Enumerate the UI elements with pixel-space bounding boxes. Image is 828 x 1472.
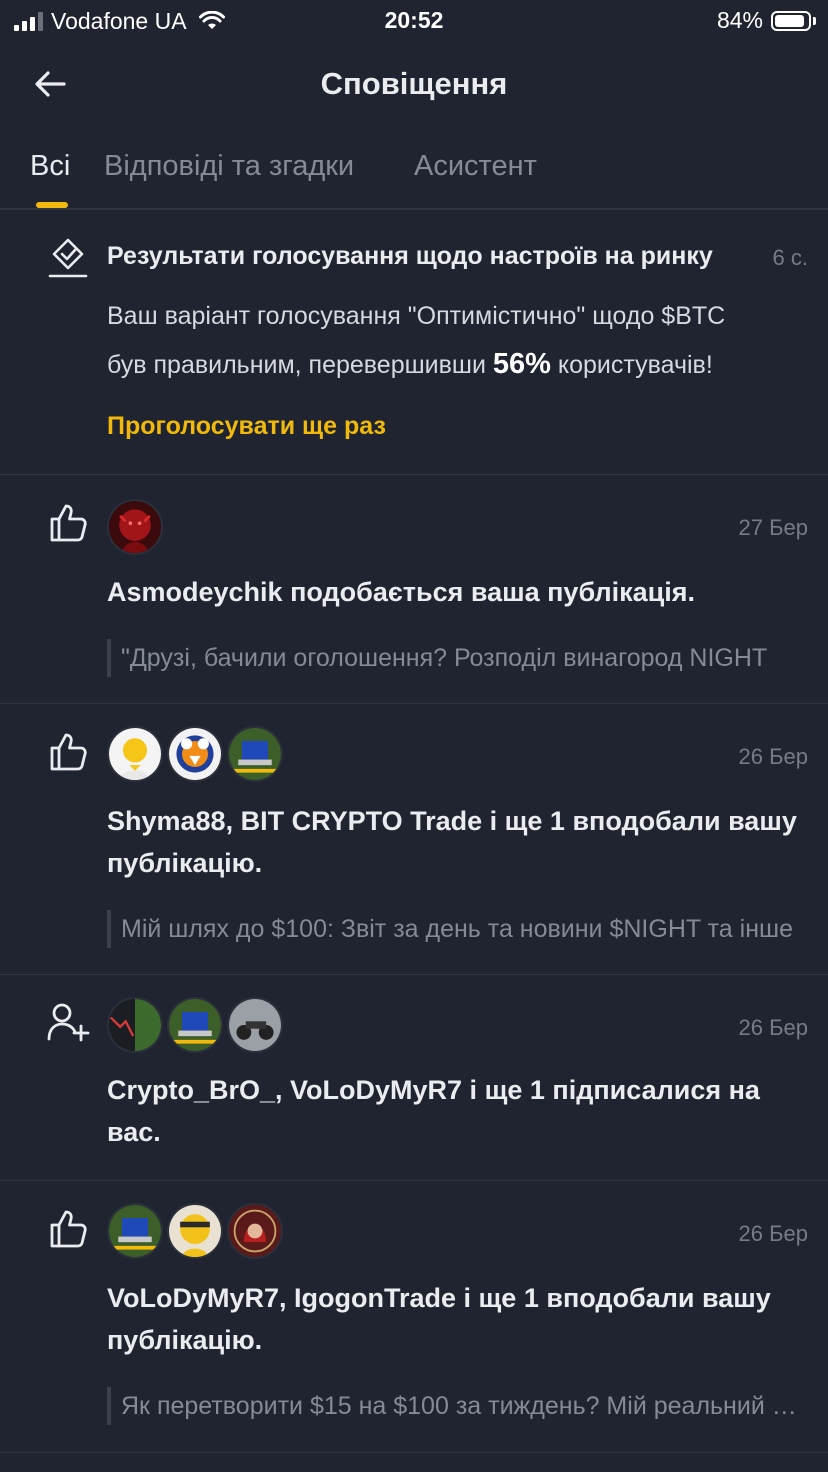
- body-line-2-start: був правильним, перевершивши: [107, 351, 486, 379]
- avatar[interactable]: [167, 726, 223, 782]
- thumbs-up-icon: [50, 1210, 87, 1248]
- post-quote[interactable]: "Друзі, бачили оголошення? Розподіл вина…: [107, 639, 804, 677]
- add-user-icon: [47, 1003, 90, 1042]
- active-tab-indicator: [36, 202, 68, 208]
- avatar-group: [107, 997, 283, 1053]
- thumbs-up-icon: [50, 733, 87, 771]
- body-line-1: Ваш варіант голосування "Оптимістично" щ…: [107, 302, 726, 330]
- post-quote[interactable]: Як перетворити $15 на $100 за тиждень? М…: [107, 1387, 804, 1425]
- notification-headline: Crypto_BrO_, VoLoDyMyR7 і ще 1 підписали…: [107, 1075, 760, 1147]
- notification-headline: Shyma88, BIT CRYPTO Trade і ще 1 вподоба…: [107, 806, 797, 878]
- notification-time: 26 Бер: [738, 744, 809, 769]
- avatar-group: [107, 1203, 283, 1259]
- percentage-value: 56%: [492, 348, 551, 380]
- tab-bar: Всі Відповіді та згадки Асистент: [0, 140, 828, 210]
- avatar-group: [107, 726, 283, 782]
- notification-time: 6 с.: [772, 245, 808, 270]
- avatar[interactable]: [107, 499, 163, 555]
- header: Сповіщення: [0, 48, 828, 122]
- notification-time: 26 Бер: [738, 1221, 809, 1246]
- battery-cap: [813, 16, 816, 25]
- avatar[interactable]: [167, 1203, 223, 1259]
- avatar[interactable]: [107, 1203, 163, 1259]
- avatar[interactable]: [167, 997, 223, 1053]
- notification-like[interactable]: 26 Бер Shyma88, BIT CRYPTO Trade і ще 1 …: [0, 704, 828, 975]
- vote-again-link[interactable]: Проголосувати ще раз: [107, 412, 386, 441]
- avatar-group: [107, 499, 163, 555]
- avatar[interactable]: [227, 1203, 283, 1259]
- notification-time: 27 Бер: [738, 515, 809, 540]
- thumbs-up-icon: [50, 504, 87, 542]
- status-bar: Vodafone UA 20:52 84%: [0, 0, 828, 44]
- tab-assistant[interactable]: Асистент: [414, 150, 537, 183]
- status-right: 84%: [717, 7, 816, 34]
- tab-replies-mentions[interactable]: Відповіді та згадки: [104, 150, 354, 183]
- page-title: Сповіщення: [320, 66, 508, 101]
- battery-percent: 84%: [716, 7, 763, 33]
- notification-title: Результати голосування щодо настроїв на …: [107, 242, 713, 270]
- vote-icon: [48, 238, 88, 278]
- tab-all[interactable]: Всі: [30, 150, 70, 183]
- avatar[interactable]: [227, 726, 283, 782]
- clock: 20:52: [384, 7, 444, 33]
- notification-time: 26 Бер: [738, 1015, 809, 1040]
- notification-like[interactable]: 27 Бер Asmodeychik подобається ваша публ…: [0, 475, 828, 704]
- notification-headline: VoLoDyMyR7, IgogonTrade і ще 1 вподобали…: [107, 1283, 771, 1355]
- body-line-2: був правильним, перевершивши 56% користу…: [107, 340, 798, 389]
- notification-like[interactable]: 26 Бер VoLoDyMyR7, IgogonTrade і ще 1 вп…: [0, 1181, 828, 1453]
- body-line-2-end: користувачів!: [557, 351, 713, 379]
- notification-follow[interactable]: 26 Бер Crypto_BrO_, VoLoDyMyR7 і ще 1 пі…: [0, 975, 828, 1181]
- notification-vote-result[interactable]: Результати голосування щодо настроїв на …: [0, 210, 828, 475]
- avatar[interactable]: [227, 997, 283, 1053]
- notification-body: Ваш варіант голосування "Оптимістично" щ…: [107, 292, 798, 389]
- notification-headline: Asmodeychik подобається ваша публікація.: [107, 577, 695, 607]
- post-quote[interactable]: Мій шлях до $100: Звіт за день та новини…: [107, 910, 804, 948]
- battery-icon: [771, 10, 811, 31]
- avatar[interactable]: [107, 997, 163, 1053]
- avatar[interactable]: [107, 726, 163, 782]
